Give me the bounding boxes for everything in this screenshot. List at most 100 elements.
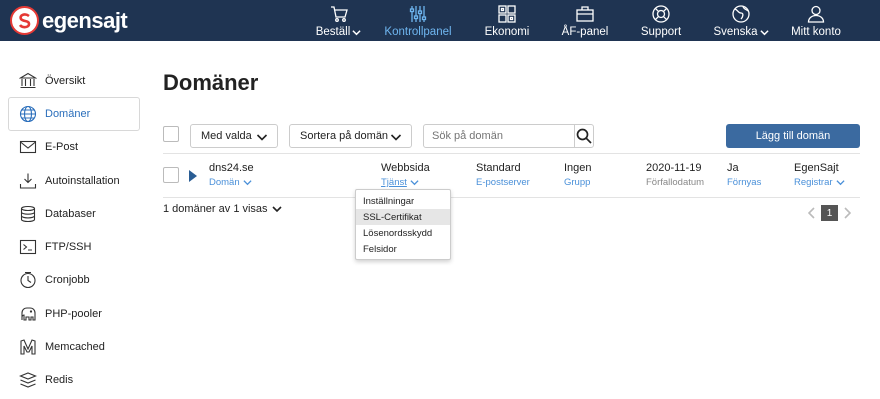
sidebar-item-oversikt[interactable]: Översikt [8,64,140,97]
table-divider [163,153,860,154]
nav-mitt-konto[interactable]: Mitt konto [790,0,842,41]
chevron-down-icon [759,29,769,35]
sidebar-item-databaser[interactable]: Databaser [8,197,140,230]
menu-item-felsidor[interactable]: Felsidor [356,241,450,257]
renew-value: Ja [727,162,739,174]
service-menu[interactable]: Tjänst [381,177,430,188]
sidebar-item-label: Autoinstallation [45,174,120,187]
sort-label: Sortera på domän [300,130,389,142]
sidebar-item-php-pooler[interactable]: PHP-pooler [8,297,140,330]
nav-af-panel[interactable]: ÅF-panel [560,0,610,41]
sort-dropdown[interactable]: Sortera på domän [289,124,412,148]
group-value: Ingen [564,162,592,174]
next-page-icon[interactable] [843,207,851,219]
domain-sub-label: Domän [209,177,240,188]
logo[interactable]: egensajt [10,6,128,35]
sliders-icon [408,2,428,26]
search-icon [576,128,592,144]
sidebar-item-redis[interactable]: Redis [8,364,140,397]
sidebar-item-epost[interactable]: E-Post [8,131,140,164]
renew-cell: Ja Förnyas [727,162,761,188]
search-button[interactable] [574,125,593,147]
menu-item-losenordsskydd[interactable]: Lösenordsskydd [356,225,450,241]
sidebar-item-autoinstallation[interactable]: Autoinstallation [8,164,140,197]
nav-kontrollpanel[interactable]: Kontrollpanel [382,0,454,41]
logo-mark-icon [10,6,39,35]
grid-icon [497,2,517,26]
nav-label: Ekonomi [484,26,530,38]
nav-ekonomi[interactable]: Ekonomi [483,0,531,41]
menu-item-installningar[interactable]: Inställningar [356,193,450,209]
domain-menu[interactable]: Domän [209,177,254,188]
sidebar-item-memcached[interactable]: Memcached [8,330,140,363]
domain-name[interactable]: dns24.se [209,162,254,174]
chevron-down-icon [271,206,282,213]
briefcase-icon [575,2,595,26]
row-checkbox[interactable] [163,167,179,183]
sidebar-item-label: Memcached [45,341,105,354]
mailserver-link[interactable]: E-postserver [476,177,530,188]
page-title: Domäner [163,70,259,95]
result-count-label: 1 domäner av 1 visas [163,203,268,215]
result-count[interactable]: 1 domäner av 1 visas [163,203,282,215]
user-icon [806,2,826,26]
search-input[interactable] [424,125,574,147]
bulk-action-label: Med valda [201,130,252,142]
elephant-icon [19,305,37,323]
terminal-icon [19,238,37,256]
chevron-down-icon [352,29,361,35]
nav-support[interactable]: Support [638,0,684,41]
memcached-icon [19,338,37,356]
mail-icon [19,138,37,156]
download-icon [19,172,37,190]
chevron-down-icon [243,180,252,186]
cart-icon [329,2,349,26]
sidebar-item-ftp-ssh[interactable]: FTP/SSH [8,230,140,263]
chevron-down-icon [390,134,402,141]
select-all-checkbox[interactable] [163,126,179,142]
search-box [423,124,594,148]
stack-icon [19,371,37,389]
nav-bestall[interactable]: Beställ [316,0,361,41]
nav-label: ÅF-panel [561,26,609,38]
pagination: 1 [808,205,851,221]
sidebar-item-label: Redis [45,374,74,387]
renew-link[interactable]: Förnyas [727,177,761,188]
table-divider [163,197,860,198]
sidebar-item-domaner[interactable]: Domäner [8,97,140,131]
chevron-down-icon [410,180,419,186]
top-navbar: egensajt Beställ Kontrollpanel Ekonomi Å… [0,0,880,41]
sidebar-item-label: FTP/SSH [45,241,92,254]
expand-caret-icon[interactable] [189,170,197,182]
service-sub-label: Tjänst [381,177,407,188]
nav-label: Support [640,26,682,38]
expiry-label: Förfallodatum [646,177,705,188]
group-cell: Ingen Grupp [564,162,592,188]
bulk-action-dropdown[interactable]: Med valda [190,124,278,148]
add-domain-button[interactable]: Lägg till domän [726,124,860,148]
menu-item-ssl-certifikat[interactable]: SSL-Certifikat [356,209,450,225]
group-link[interactable]: Grupp [564,177,592,188]
sidebar-item-cronjobb[interactable]: Cronjobb [8,264,140,297]
page-number[interactable]: 1 [821,205,838,221]
service-value: Webbsida [381,162,430,174]
mailserver-value: Standard [476,162,521,174]
sidebar-item-label: E-Post [45,141,79,154]
sidebar-item-label: Databaser [45,207,96,220]
nav-svenska[interactable]: Svenska [713,0,769,41]
expiry-value: 2020-11-19 [646,162,702,174]
sidebar-item-label: PHP-pooler [45,307,102,320]
chevron-down-icon [256,134,268,141]
registrar-sub-label: Registrar [794,177,833,188]
registrar-value: EgenSajt [794,162,839,174]
registrar-menu[interactable]: Registrar [794,177,845,188]
service-cell: Webbsida Tjänst [381,162,430,188]
prev-page-icon[interactable] [808,207,816,219]
database-icon [19,205,37,223]
mailserver-cell: Standard E-postserver [476,162,530,188]
nav-label: Kontrollpanel [384,26,452,38]
sidebar-item-label: Cronjobb [45,274,90,287]
chevron-down-icon [835,180,845,186]
sidebar-item-label: Domäner [45,107,91,120]
sidebar: Översikt Domäner E-Post Autoinstallation… [8,64,140,397]
